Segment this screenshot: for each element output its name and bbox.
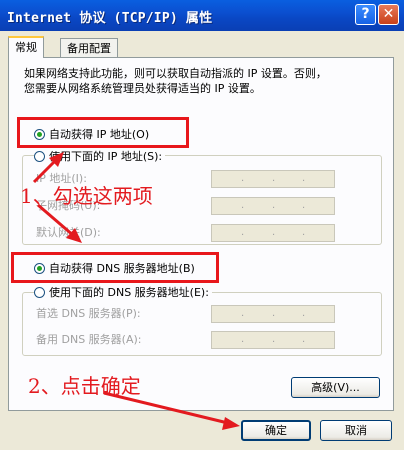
arrow-to-auto-dns [37,203,75,238]
arrow-head-ok [222,417,240,430]
annotation-step-2: 2、点击确定 [28,374,141,398]
annotation-step-1: 1、勾选这两项 [20,184,153,208]
tab-general[interactable]: 常规 [8,36,44,58]
